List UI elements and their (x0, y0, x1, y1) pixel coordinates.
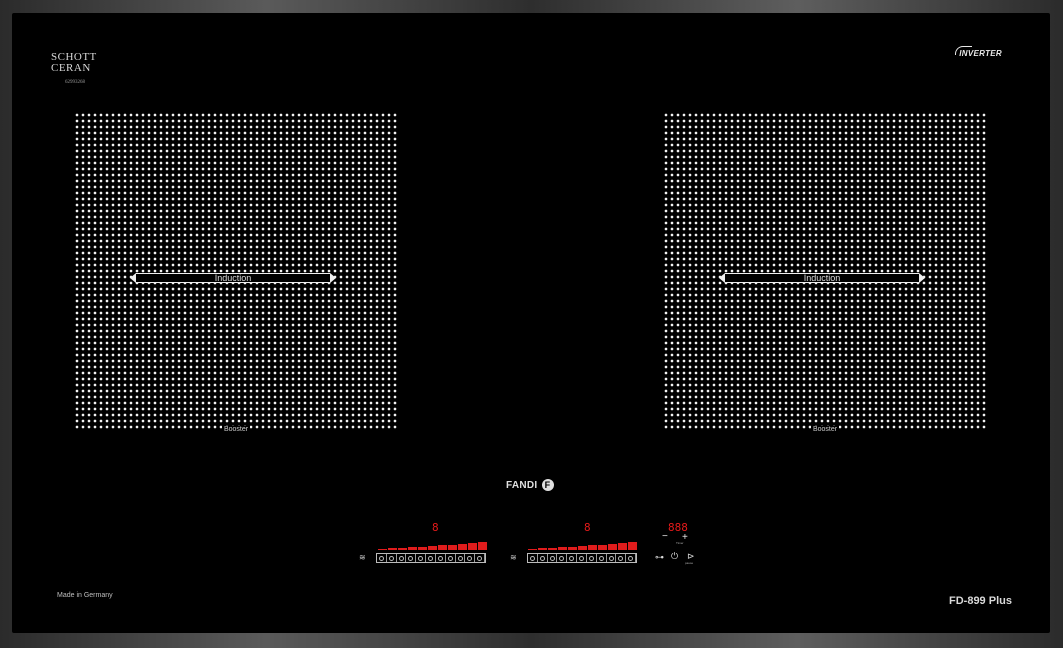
glass-surface: SCHOTT CERAN 62993268 INVERTER Induction… (12, 13, 1050, 633)
cooking-zone-left[interactable]: Induction Booster (74, 112, 398, 433)
zone2-power-slider[interactable] (527, 553, 637, 563)
glass-code: 62993268 (65, 80, 85, 85)
zone1-heat-icon: ≋ (359, 553, 366, 562)
pause-label: pause (685, 561, 694, 565)
induction-label-left: Induction (214, 273, 252, 283)
pause-icon[interactable]: ⊳ (687, 552, 695, 561)
booster-label-left: Booster (221, 426, 251, 433)
fandi-logo: FANDI F (506, 479, 554, 491)
schott-ceran-logo: SCHOTT CERAN 62993268 (51, 52, 97, 88)
timer-label: Timer (676, 541, 684, 545)
model-label: FD-899 Plus (949, 595, 1012, 607)
zone2-level-ramp (528, 542, 637, 550)
power-icon[interactable]: ⏻ (671, 552, 678, 561)
booster-label-right: Booster (810, 426, 840, 433)
zone1-level-ramp (378, 542, 487, 550)
zone2-heat-icon: ≋ (510, 553, 517, 562)
induction-bar-right: Induction (719, 273, 925, 283)
ceran-text: CERAN (51, 62, 91, 74)
fandi-text: FANDI (506, 479, 538, 491)
inverter-logo: INVERTER (955, 46, 1002, 58)
lock-icon[interactable]: ⊶ (655, 553, 664, 562)
induction-bar-left: Induction (130, 273, 336, 283)
cooking-zone-right[interactable]: Induction Booster (663, 112, 987, 433)
made-in-label: Made in Germany (57, 592, 113, 599)
timer-minus-button[interactable]: − (662, 532, 668, 542)
zone1-level-display: 8 (432, 521, 439, 534)
zone2-level-display: 8 (584, 521, 591, 534)
induction-label-right: Induction (803, 273, 841, 283)
zone1-power-slider[interactable] (376, 553, 486, 563)
fandi-mark-icon: F (541, 479, 554, 491)
